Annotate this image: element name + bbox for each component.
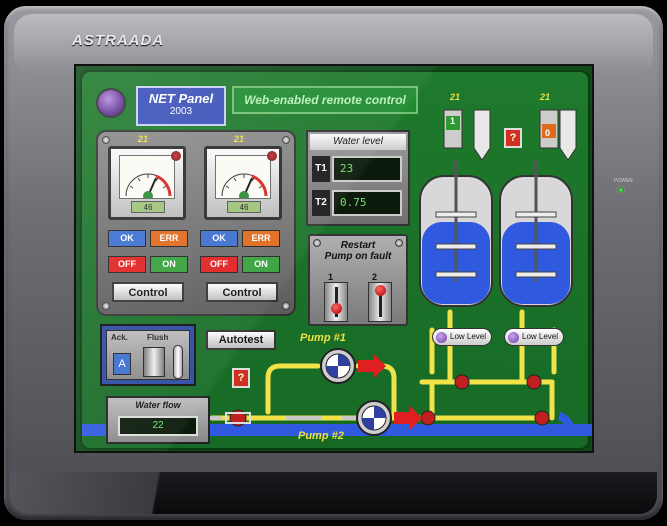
t2-label: T2 bbox=[312, 190, 330, 216]
gauge-dial-icon bbox=[221, 173, 268, 198]
help-button-tanks[interactable]: ? bbox=[504, 128, 522, 148]
tank2-low-level-label: Low Level bbox=[522, 332, 559, 341]
ack-flush-panel: Ack. Flush A bbox=[100, 324, 196, 386]
flush-switch[interactable] bbox=[143, 347, 165, 377]
tank1-low-level-indicator: Low Level bbox=[432, 328, 492, 346]
gauge1-on-button[interactable]: ON bbox=[150, 256, 188, 273]
gauge1-control-button[interactable]: Control bbox=[112, 282, 184, 302]
gauge1-err-button[interactable]: ERR bbox=[150, 230, 188, 247]
valve-icon bbox=[534, 410, 550, 426]
tank2-indicator: 0 bbox=[545, 128, 551, 138]
bezel-swoosh bbox=[10, 472, 250, 514]
hopper-icon bbox=[559, 109, 577, 161]
gauge-alarm-icon bbox=[267, 151, 277, 161]
power-label: POWER bbox=[614, 178, 633, 184]
low-level-led-icon bbox=[508, 332, 519, 343]
pump2-icon bbox=[356, 400, 392, 436]
valve-icon bbox=[420, 410, 436, 426]
ack-button[interactable]: A bbox=[113, 353, 131, 375]
screw-icon bbox=[102, 136, 110, 144]
t1-value: 23 bbox=[332, 156, 402, 182]
pipe-pump1-suction bbox=[265, 363, 321, 415]
tank2-icon bbox=[499, 160, 573, 307]
hopper-icon bbox=[473, 109, 491, 161]
gauge2-on-button[interactable]: ON bbox=[242, 256, 280, 273]
gauge-2: 46 bbox=[204, 146, 282, 220]
valve-icon bbox=[526, 374, 542, 390]
status-lamp-icon bbox=[96, 88, 126, 118]
water-flow-title: Water flow bbox=[135, 400, 181, 410]
gauge-dial bbox=[215, 155, 271, 199]
t2-value: 0.75 bbox=[332, 190, 402, 216]
flush-label: Flush bbox=[147, 333, 169, 342]
brand-logo: ASTRAADA bbox=[72, 32, 165, 49]
gauge-dial bbox=[119, 155, 175, 199]
tank1-icon bbox=[419, 160, 493, 307]
gauge-panel: 21 21 46 46 OK ERR OK ERR OFF ON OFF ON … bbox=[96, 130, 296, 316]
gauge2-err-button[interactable]: ERR bbox=[242, 230, 280, 247]
water-flow-panel: Water flow 22 bbox=[106, 396, 210, 444]
screw-icon bbox=[102, 302, 110, 310]
tank1-low-level-label: Low Level bbox=[450, 332, 487, 341]
water-flow-value: 22 bbox=[118, 416, 198, 436]
switch-knob-icon bbox=[331, 303, 342, 314]
restart-switch-1[interactable] bbox=[324, 282, 348, 322]
gauge1-off-button[interactable]: OFF bbox=[108, 256, 146, 273]
ack-label: Ack. bbox=[111, 333, 128, 342]
screw-icon bbox=[282, 302, 290, 310]
gauge2-off-button[interactable]: OFF bbox=[200, 256, 238, 273]
bezel-bottom-band bbox=[10, 472, 657, 514]
help-button-pump[interactable]: ? bbox=[232, 368, 250, 388]
valve-icon bbox=[454, 374, 470, 390]
net-panel-year: 2003 bbox=[169, 106, 193, 117]
pump2-label: Pump #2 bbox=[298, 430, 344, 442]
tank1-indicator: 1 bbox=[450, 116, 456, 126]
restart-panel: Restart Pump on fault 1 2 bbox=[308, 234, 408, 326]
switch1-label: 1 bbox=[328, 272, 334, 282]
restart-title-line1: Restart bbox=[340, 240, 376, 251]
tank1-channel: 21 bbox=[450, 92, 461, 102]
gauge-dial-icon bbox=[125, 173, 172, 198]
power-led-icon bbox=[617, 186, 625, 194]
low-level-led-icon bbox=[436, 332, 447, 343]
tank2-channel: 21 bbox=[540, 92, 551, 102]
ack-flush-inner: Ack. Flush A bbox=[106, 330, 190, 380]
flush-level-bar bbox=[173, 345, 183, 379]
hmi-screen: NET Panel 2003 Web-enabled remote contro… bbox=[74, 64, 594, 453]
switch2-label: 2 bbox=[372, 272, 378, 282]
restart-title: Restart Pump on fault bbox=[310, 240, 406, 262]
autotest-button[interactable]: Autotest bbox=[206, 330, 276, 350]
restart-switch-2[interactable] bbox=[368, 282, 392, 322]
feed-hopper-icons bbox=[473, 109, 577, 161]
tank-indicators bbox=[443, 109, 559, 149]
gauge1-channel: 21 bbox=[138, 134, 149, 144]
screw-icon bbox=[282, 136, 290, 144]
gauge2-value: 46 bbox=[227, 201, 261, 213]
net-panel-badge: NET Panel 2003 bbox=[136, 86, 226, 126]
web-enabled-label: Web-enabled remote control bbox=[232, 86, 418, 114]
gauge-1: 46 bbox=[108, 146, 186, 220]
pump1-label: Pump #1 bbox=[300, 332, 346, 344]
gauge1-ok-button[interactable]: OK bbox=[108, 230, 146, 247]
net-panel-title: NET Panel bbox=[148, 91, 214, 106]
gauge2-ok-button[interactable]: OK bbox=[200, 230, 238, 247]
restart-title-line2: Pump on fault bbox=[324, 251, 392, 262]
switch-knob-icon bbox=[375, 285, 386, 296]
water-level-panel: Water level T1 23 T2 0.75 bbox=[306, 130, 410, 226]
tank2-low-level-indicator: Low Level bbox=[504, 328, 564, 346]
pump1-icon bbox=[320, 348, 356, 384]
valve-icon bbox=[225, 409, 251, 427]
water-level-title: Water level bbox=[310, 134, 406, 150]
pump1-arrow-icon bbox=[358, 354, 386, 378]
t1-label: T1 bbox=[312, 156, 330, 182]
gauge1-value: 46 bbox=[131, 201, 165, 213]
gauge-alarm-icon bbox=[171, 151, 181, 161]
hmi-screen-area: NET Panel 2003 Web-enabled remote contro… bbox=[80, 70, 592, 450]
gauge2-channel: 21 bbox=[234, 134, 245, 144]
gauge2-control-button[interactable]: Control bbox=[206, 282, 278, 302]
